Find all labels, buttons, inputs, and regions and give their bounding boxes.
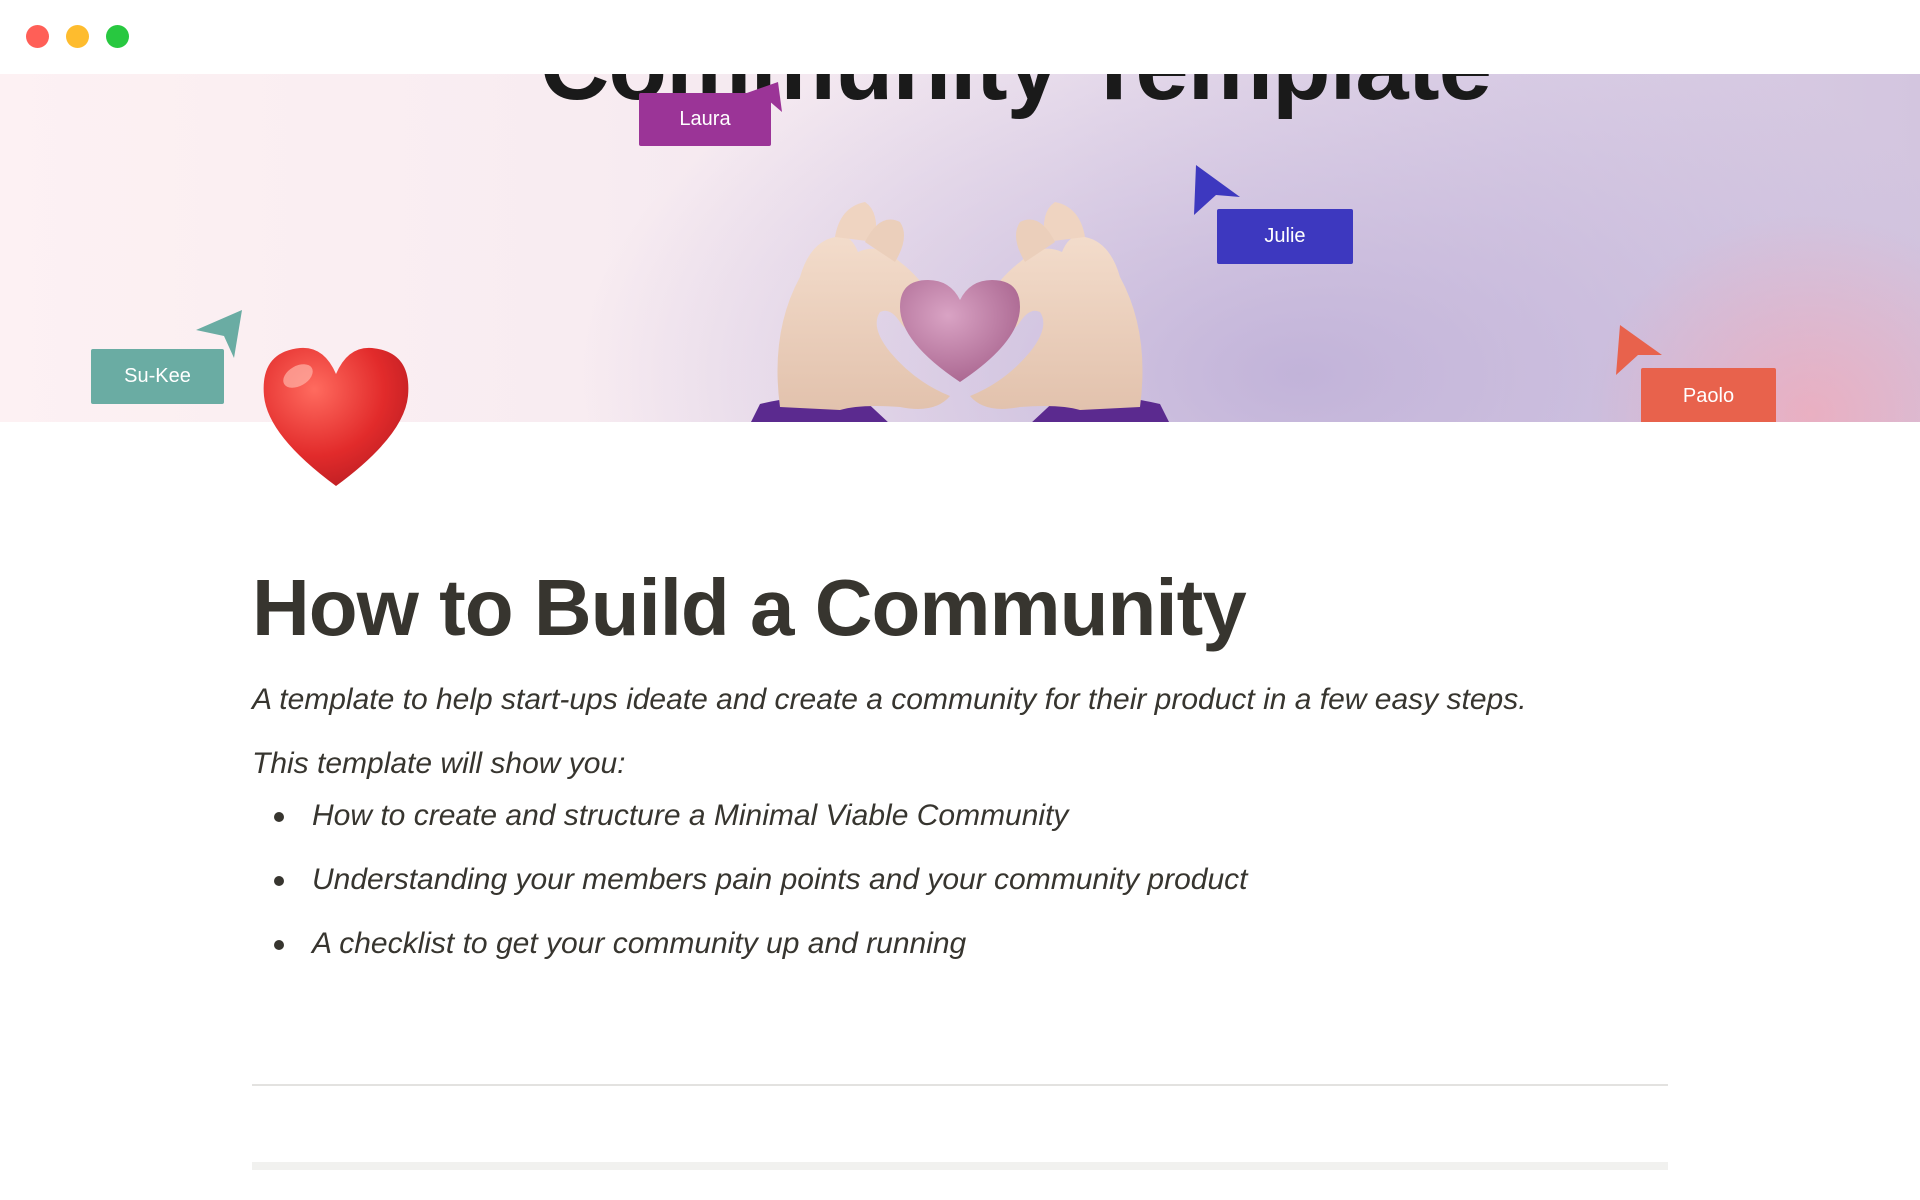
page-title[interactable]: How to Build a Community [252, 560, 1668, 656]
list-item-text: Understanding your members pain points a… [312, 863, 1248, 896]
minimize-window-button[interactable] [66, 25, 89, 48]
bullet-icon [274, 876, 284, 886]
collaborator-label-su-kee: Su-Kee [91, 349, 224, 404]
bullet-icon [274, 940, 284, 950]
title-bar [0, 0, 1920, 74]
collaborator-label-julie: Julie [1217, 209, 1353, 264]
divider [252, 1084, 1668, 1086]
list-item[interactable]: Understanding your members pain points a… [252, 860, 1668, 900]
intro-text[interactable]: This template will show you: [252, 744, 1668, 784]
app-window: Community Template [0, 0, 1920, 1200]
list-item[interactable]: A checklist to get your community up and… [252, 924, 1668, 964]
julie-cursor-icon [1194, 165, 1240, 215]
collaborator-label-laura: Laura [639, 93, 771, 146]
bullet-icon [274, 812, 284, 822]
list-item[interactable]: How to create and structure a Minimal Vi… [252, 796, 1668, 836]
page-description[interactable]: A template to help start-ups ideate and … [252, 680, 1668, 720]
close-window-button[interactable] [26, 25, 49, 48]
zoom-window-button[interactable] [106, 25, 129, 48]
heart-hands-illustration [751, 202, 1169, 422]
next-block-edge [252, 1162, 1668, 1170]
list-item-text: A checklist to get your community up and… [312, 927, 967, 960]
red-heart-icon[interactable] [258, 338, 414, 494]
page-content: How to Build a Community A template to h… [252, 560, 1668, 988]
list-item-text: How to create and structure a Minimal Vi… [312, 799, 1069, 832]
bullet-list: How to create and structure a Minimal Vi… [252, 796, 1668, 964]
collaborator-label-paolo: Paolo [1641, 368, 1776, 422]
